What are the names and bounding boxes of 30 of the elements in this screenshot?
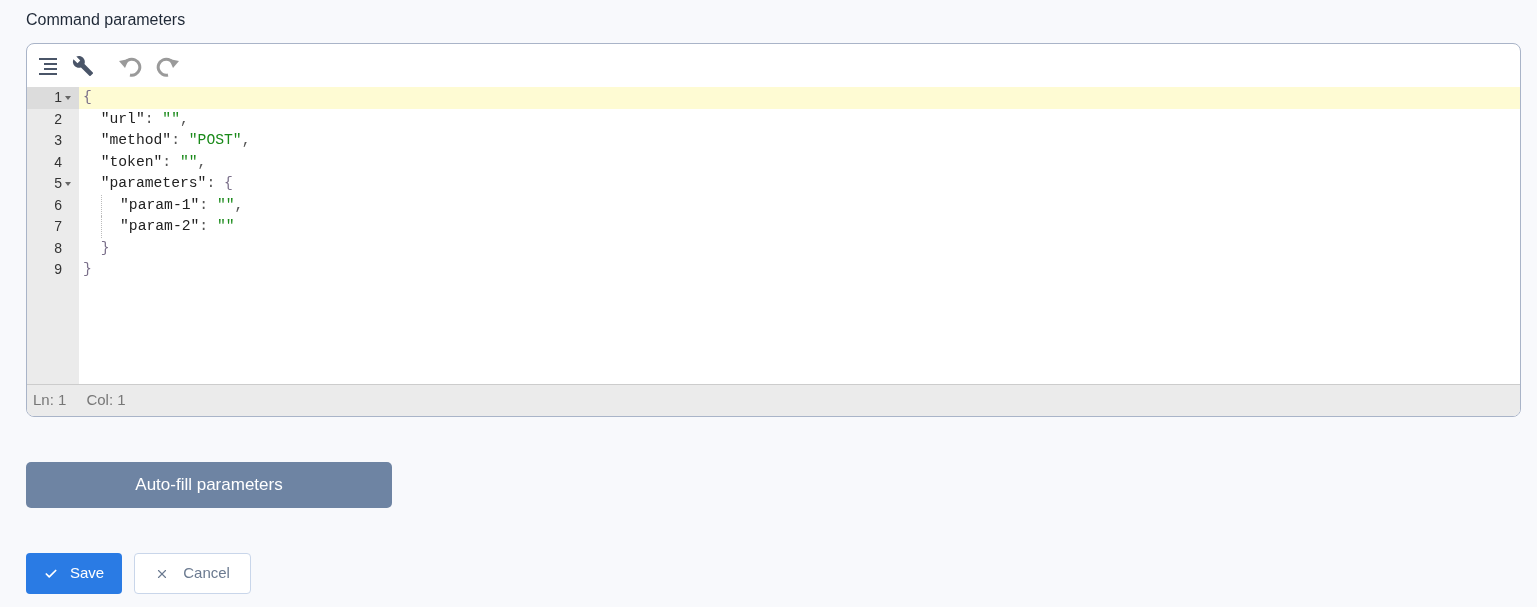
code-line: "token": "", [99, 152, 207, 172]
code-line: "method": "POST", [99, 131, 251, 151]
cancel-button[interactable]: Cancel [134, 553, 251, 594]
line-number: 3 [53, 131, 63, 151]
line-number: 8 [53, 238, 63, 258]
code-line: "parameters": { [99, 174, 233, 194]
line-number: 9 [53, 260, 63, 280]
status-text: Col: 1 [86, 390, 126, 411]
line-number: 6 [53, 195, 63, 215]
toolbar-button[interactable] [72, 54, 94, 77]
code-line: } [83, 260, 92, 280]
fold-arrow-icon[interactable] [65, 181, 71, 186]
code-line: "param-1": "", [120, 195, 244, 215]
status-text: Ln: 1 [33, 390, 67, 411]
code-line: "param-2": "" [120, 217, 235, 237]
field-label: Command parameters [26, 10, 187, 30]
line-number: 7 [53, 217, 63, 237]
toolbar-button[interactable] [38, 56, 58, 75]
wrench-icon [72, 54, 94, 77]
code-line: "url": "", [99, 109, 189, 129]
auto-fill-button[interactable]: Auto-fill parameters [26, 462, 392, 508]
line-number: 4 [53, 152, 63, 172]
line-number: 1 [27, 87, 79, 109]
save-button[interactable]: Save [26, 553, 123, 594]
code-line: { [83, 88, 92, 108]
format-icon [38, 56, 58, 75]
line-number: 2 [53, 109, 63, 129]
fold-arrow-icon[interactable] [65, 95, 71, 100]
code-line: } [99, 238, 110, 258]
line-number: 5 [27, 173, 79, 195]
